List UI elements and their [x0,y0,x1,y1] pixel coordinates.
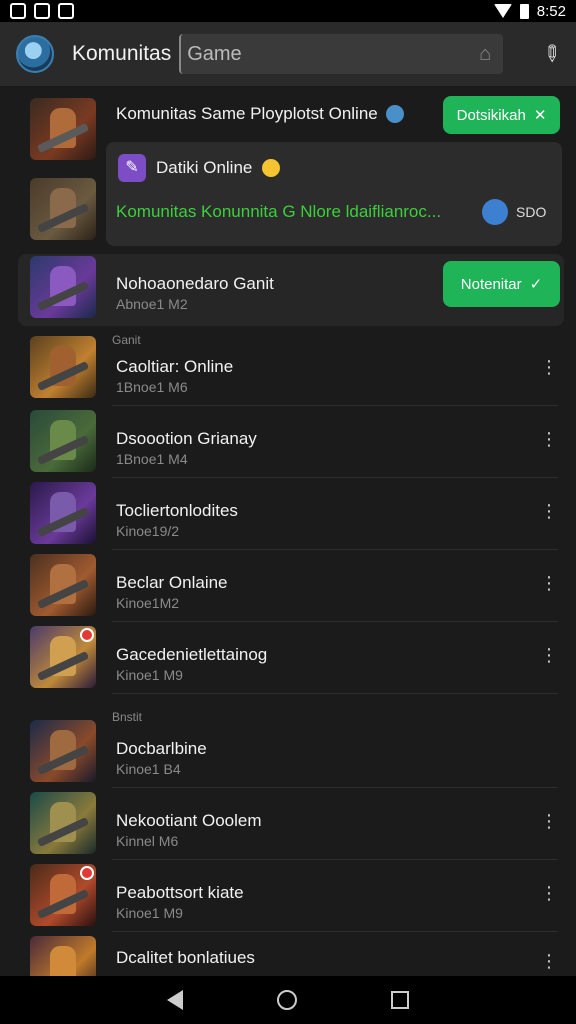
game-thumbnail[interactable] [30,178,96,240]
game-thumbnail[interactable] [30,98,96,160]
promo-text: Komunitas Konunnita G Nlore ldaiflianroc… [116,202,442,221]
row-subtitle: Kinoe1 M9 [116,905,183,921]
notification-icon [34,3,50,19]
wifi-icon [493,4,512,18]
more-icon[interactable]: ⋮ [540,952,558,970]
more-icon[interactable]: ⋮ [540,574,558,592]
edit-icon[interactable]: ✎ [535,38,567,69]
game-thumbnail[interactable] [30,936,96,976]
divider [112,405,558,406]
notification-icon [10,3,26,19]
more-icon[interactable]: ⋮ [540,812,558,830]
row-title: Tocliertonlodites [116,501,238,520]
list-item[interactable]: Dsoootion Grianay 1Bnoe1 M4 ⋮ [0,408,576,478]
divider [112,859,558,860]
list-item[interactable]: Gacedenietlettainog Kinoe1 M9 ⋮ [0,624,576,694]
highlight-action-button[interactable]: Notenitar ✓ [443,261,560,307]
divider [112,621,558,622]
divider [112,549,558,550]
game-thumbnail[interactable] [30,864,96,926]
more-icon[interactable]: ⋮ [540,430,558,448]
divider [112,477,558,478]
recents-icon[interactable] [391,991,409,1009]
row-subtitle: 1Bnoe1 M6 [116,379,188,395]
image-icon [58,3,74,19]
game-thumbnail[interactable] [30,410,96,472]
list-item[interactable]: Peabottsort kiate Kinoe1 M9 ⋮ [0,862,576,932]
row-subtitle: Kinoe1 B4 [116,761,181,777]
game-thumbnail[interactable] [30,482,96,544]
promo-title: Datiki Online [156,158,253,177]
promo-value: SDO [516,204,547,220]
back-icon[interactable] [167,990,183,1010]
notification-badge [80,628,94,642]
game-thumbnail[interactable] [30,554,96,616]
list-item[interactable]: Docbarlbine Kinoe1 B4 [0,718,576,788]
row-title: Beclar Onlaine [116,573,228,592]
emoji-icon [262,159,281,177]
page-title: Komunitas [72,42,172,65]
row-title: Dsoootion Grianay [116,429,257,448]
globe-icon [385,105,404,123]
list-item[interactable]: Beclar Onlaine Kinoe1M2 ⋮ [0,552,576,622]
status-time: 8:52 [536,2,566,20]
row-subtitle: Kinoe1 M9 [116,667,183,683]
notification-badge [80,866,94,880]
row-title: Nohoaonedaro Ganit [116,274,274,293]
game-thumbnail[interactable] [30,336,96,398]
row-subtitle: Kinoe19/2 [116,523,180,539]
search-input[interactable] [187,42,474,66]
community-list: Komunitas Same Ployplotst Online Dotsiki… [0,86,576,976]
coin-icon [482,199,508,225]
avatar[interactable] [16,35,54,73]
row-subtitle: Kinnel M6 [116,833,179,849]
row-title: Docbarlbine [116,739,207,758]
list-item[interactable]: Tocliertonlodites Kinoe19/2 ⋮ [0,480,576,550]
more-icon[interactable]: ⋮ [540,884,558,902]
check-icon: ✓ [529,276,543,293]
promo-card[interactable]: ✎ Datiki Online Komunitas Konunnita G Nl… [106,142,562,246]
row-title: Caoltiar: Online [116,357,234,376]
featured-title[interactable]: Komunitas Same Ployplotst Online [116,104,404,124]
row-title: Peabottsort kiate [116,883,244,902]
list-item[interactable]: Dcalitet bonlatiues ⋮ [0,934,576,976]
divider [112,931,558,932]
row-subtitle: Abnoe1 M2 [116,296,188,312]
game-thumbnail[interactable] [30,792,96,854]
divider [112,787,558,788]
check-icon: ✕ [533,107,547,124]
row-subtitle: 1Bnoe1 M4 [116,451,188,467]
game-thumbnail[interactable] [30,256,96,318]
game-thumbnail[interactable] [30,720,96,782]
search-box[interactable]: ⌂ [179,34,504,74]
more-icon[interactable]: ⋮ [540,502,558,520]
status-bar: 8:52 [0,0,576,22]
list-item[interactable]: Caoltiar: Online 1Bnoe1 M6 ⋮ [0,336,576,406]
divider [112,693,558,694]
row-title: Gacedenietlettainog [116,645,268,664]
row-title: Nekootiant Ooolem [116,811,262,830]
featured-action-button[interactable]: Dotsikikah ✕ [443,96,560,134]
home-icon[interactable]: ⌂ [473,42,497,66]
row-title: Dcalitet bonlatiues [116,948,255,967]
battery-icon [519,3,529,19]
home-button-icon[interactable] [277,990,297,1010]
more-icon[interactable]: ⋮ [540,646,558,664]
app-bar: Komunitas ⌂ ✎ [0,22,576,86]
more-icon[interactable]: ⋮ [540,358,558,376]
list-item[interactable]: Nekootiant Ooolem Kinnel M6 ⋮ [0,790,576,860]
chat-icon: ✎ [118,154,146,182]
game-thumbnail[interactable] [30,626,96,688]
system-nav-bar [0,976,576,1024]
row-subtitle: Kinoe1M2 [116,595,180,611]
